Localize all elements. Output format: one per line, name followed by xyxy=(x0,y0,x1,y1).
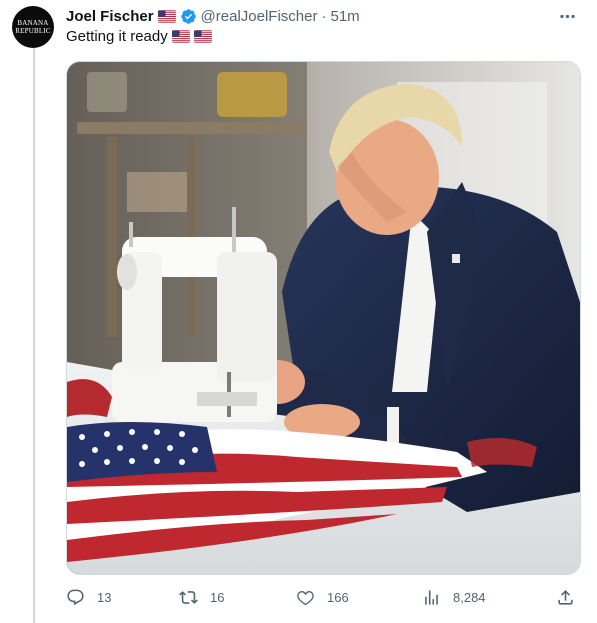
tweet[interactable]: BANANA REPUBLIC Joel Fischer @realJoelFi… xyxy=(0,0,597,623)
repost-icon xyxy=(179,590,198,604)
verified-badge-icon[interactable] xyxy=(180,8,197,25)
us-flag-icon xyxy=(171,30,190,43)
thread-line xyxy=(33,48,35,623)
more-options-button[interactable] xyxy=(555,6,579,26)
tweet-text: Getting it ready xyxy=(66,28,212,45)
views-button[interactable]: 8,284 xyxy=(422,585,486,609)
tweet-header: Joel Fischer @realJoelFischer · 51m xyxy=(66,6,360,26)
tweet-image[interactable] xyxy=(66,61,581,575)
more-icon xyxy=(559,14,575,18)
reply-icon xyxy=(67,589,84,605)
avatar-text-line1: BANANA xyxy=(17,19,49,27)
like-count: 166 xyxy=(327,589,349,605)
tweet-actions: 13 16 166 8,284 xyxy=(66,585,579,609)
views-count: 8,284 xyxy=(453,589,486,605)
author-name[interactable]: Joel Fischer xyxy=(66,8,154,25)
tweet-text-content: Getting it ready xyxy=(66,28,168,45)
like-icon xyxy=(297,590,314,605)
like-button[interactable]: 166 xyxy=(296,585,349,609)
repost-button[interactable]: 16 xyxy=(179,585,224,609)
us-flag-icon xyxy=(157,9,176,23)
tweet-timestamp[interactable]: 51m xyxy=(330,8,359,25)
views-icon xyxy=(425,589,438,605)
separator-dot: · xyxy=(321,7,327,25)
author-handle[interactable]: @realJoelFischer xyxy=(201,8,318,25)
avatar-text-line2: REPUBLIC xyxy=(15,27,51,35)
reply-count: 13 xyxy=(97,589,112,605)
share-icon xyxy=(558,589,573,605)
share-button[interactable] xyxy=(556,585,575,609)
sewing-scene-illustration xyxy=(67,62,580,574)
repost-count: 16 xyxy=(210,589,225,605)
reply-button[interactable]: 13 xyxy=(66,585,111,609)
us-flag-icon xyxy=(193,30,212,43)
avatar[interactable]: BANANA REPUBLIC xyxy=(12,6,54,48)
